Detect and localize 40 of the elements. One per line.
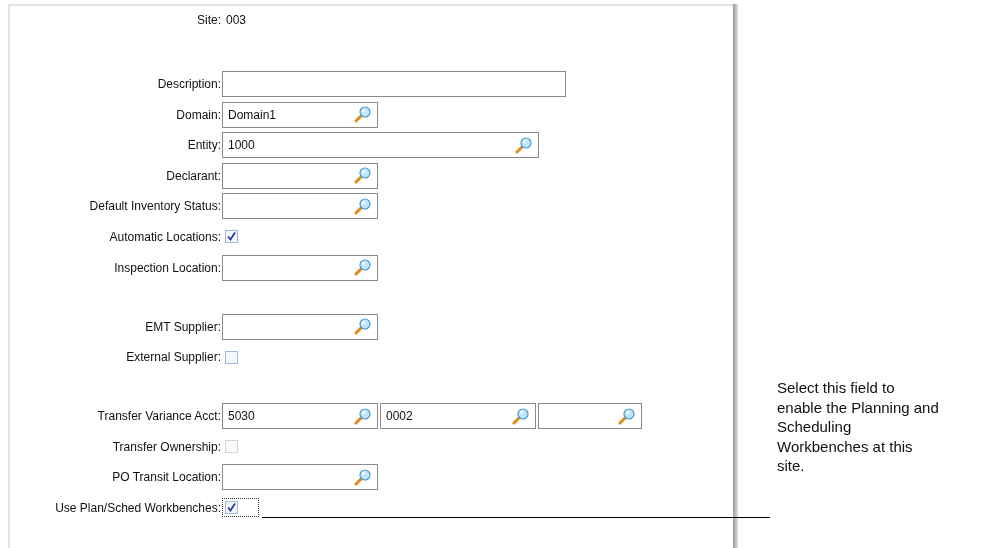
field-label: Description: bbox=[156, 77, 221, 91]
input-field[interactable]: 1000 bbox=[222, 132, 539, 159]
field-value: 003 bbox=[226, 13, 247, 27]
field-label: PO Transit Location: bbox=[111, 470, 221, 485]
input-field[interactable] bbox=[538, 403, 642, 430]
field-label: Automatic Locations: bbox=[108, 229, 221, 244]
field-label: Domain: bbox=[175, 107, 221, 122]
search-icon[interactable] bbox=[618, 407, 635, 425]
search-icon[interactable] bbox=[354, 407, 371, 425]
input-field[interactable]: 5030 bbox=[222, 403, 378, 430]
field-label: External Supplier: bbox=[125, 350, 221, 365]
field-label: Inspection Location: bbox=[113, 260, 221, 275]
input-field[interactable] bbox=[222, 254, 378, 281]
input-field[interactable] bbox=[222, 162, 378, 189]
field-label: Transfer Ownership: bbox=[111, 439, 221, 454]
field-label: Site: bbox=[196, 13, 221, 27]
search-icon[interactable] bbox=[512, 407, 529, 425]
checkbox[interactable] bbox=[225, 350, 238, 364]
field-label: Default Inventory Status: bbox=[88, 199, 221, 214]
search-icon[interactable] bbox=[354, 468, 371, 486]
search-icon[interactable] bbox=[354, 167, 371, 185]
input-field[interactable] bbox=[222, 71, 566, 97]
search-icon[interactable] bbox=[354, 106, 371, 124]
input-field[interactable] bbox=[222, 313, 378, 340]
search-icon[interactable] bbox=[354, 259, 371, 277]
search-icon[interactable] bbox=[354, 197, 371, 215]
search-icon[interactable] bbox=[515, 136, 532, 154]
input-field[interactable]: 0002 bbox=[380, 403, 536, 430]
input-field[interactable] bbox=[222, 464, 378, 491]
search-icon[interactable] bbox=[354, 318, 371, 336]
callout-note: Select this field to enable the Planning and Scheduling Workbenches at this site. bbox=[777, 378, 940, 476]
checkbox[interactable] bbox=[225, 230, 238, 244]
field-label: EMT Supplier: bbox=[144, 319, 221, 334]
input-field[interactable] bbox=[222, 193, 378, 220]
field-label: Use Plan/Sched Workbenches: bbox=[54, 500, 221, 515]
field-label: Entity: bbox=[186, 138, 221, 153]
field-label: Transfer Variance Acct: bbox=[96, 409, 221, 424]
checkbox[interactable] bbox=[225, 501, 238, 515]
field-label: Declarant: bbox=[165, 168, 221, 183]
input-field[interactable]: Domain1 bbox=[222, 101, 378, 128]
